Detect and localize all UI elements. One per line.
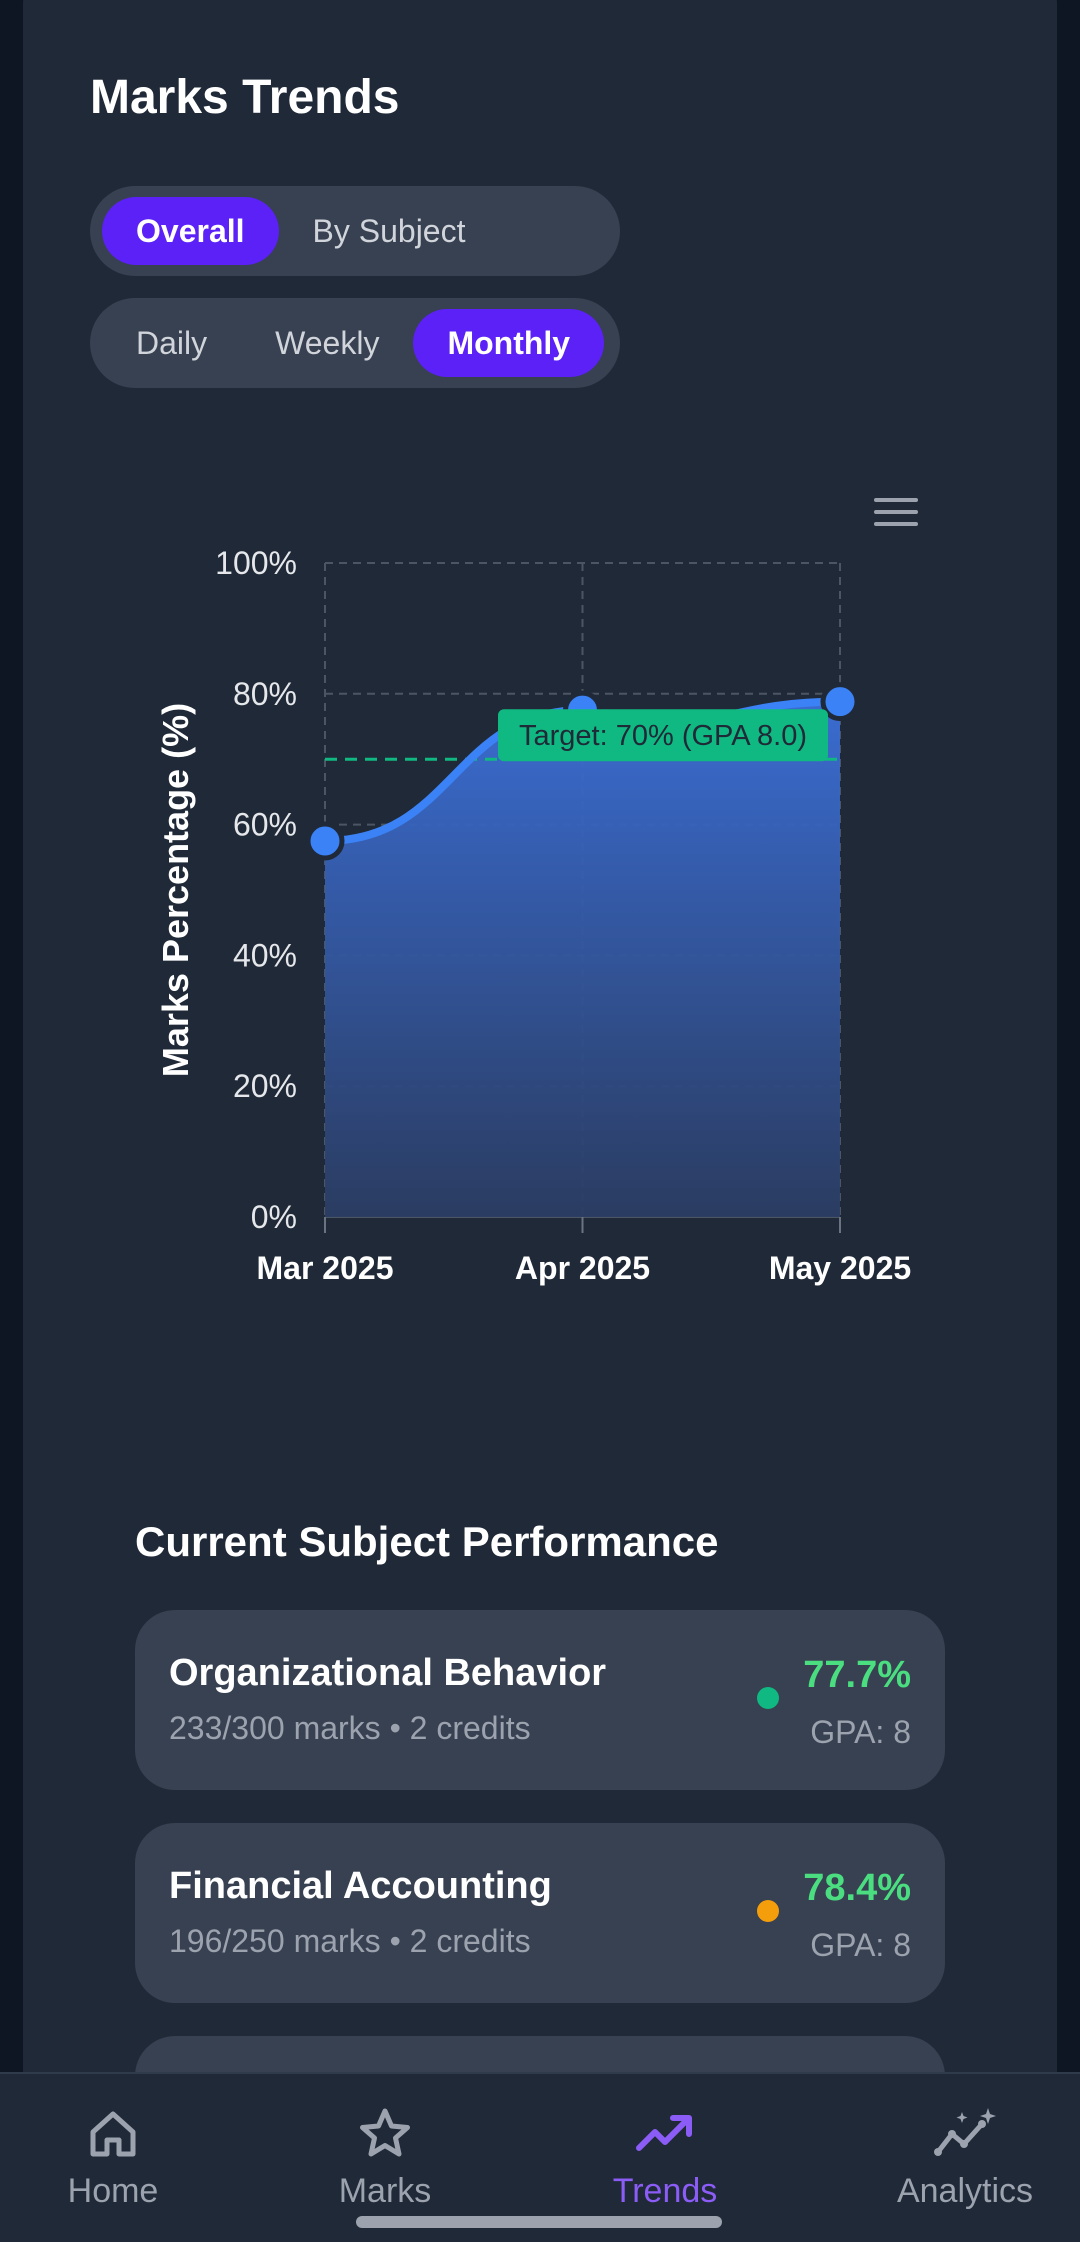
subject-meta: 233/300 marks • 2 credits (169, 1710, 531, 1746)
star-icon (360, 2108, 410, 2157)
toggle-weekly[interactable]: Weekly (241, 309, 413, 377)
subject-name: Financial Accounting (169, 1865, 552, 1907)
subject-card[interactable]: Organizational Behavior 233/300 marks • … (135, 1610, 945, 1790)
subject-percent: 78.4% (803, 1867, 911, 1909)
x-tick-label: Apr 2025 (515, 1250, 650, 1286)
y-tick-label: 80% (233, 676, 297, 712)
nav-label: Trends (612, 2172, 718, 2210)
period-toggle: Daily Weekly Monthly (90, 298, 620, 388)
nav-item-analytics[interactable]: Analytics (890, 2074, 1040, 2242)
chart-canvas: 0% 20% 40% 60% 80% 100% Mar 2025 Apr 2025 May 20… (155, 545, 911, 1286)
series-area (325, 701, 840, 1217)
screen: Marks Trends Overall By Subject Daily We… (0, 0, 1080, 2242)
subject-name: Organizational Behavior (169, 1652, 607, 1694)
view-toggle: Overall By Subject (90, 186, 620, 276)
page-title: Marks Trends (90, 71, 400, 124)
analytics-sparkle-icon (934, 2108, 996, 2156)
subject-percent: 77.7% (803, 1654, 911, 1696)
section-title: Current Subject Performance (135, 1518, 719, 1565)
status-dot (757, 1900, 779, 1922)
subject-gpa: GPA: 8 (810, 1714, 911, 1750)
toggle-monthly[interactable]: Monthly (413, 309, 605, 377)
subject-meta: 196/250 marks • 2 credits (169, 1923, 531, 1959)
subject-gpa: GPA: 8 (810, 1927, 911, 1963)
y-tick-label: 40% (233, 937, 297, 973)
nav-item-home[interactable]: Home (50, 2074, 176, 2242)
nav-label: Marks (338, 2172, 432, 2210)
toggle-overall[interactable]: Overall (102, 197, 279, 265)
status-dot (757, 1687, 779, 1709)
toggle-by-subject[interactable]: By Subject (279, 197, 500, 265)
target-label: Target: 70% (GPA 8.0) (519, 720, 807, 752)
nav-label: Analytics (896, 2172, 1034, 2210)
data-point (820, 682, 860, 722)
trending-up-icon (636, 2115, 692, 2151)
y-tick-label: 100% (215, 545, 297, 581)
x-tick-label: May 2025 (769, 1250, 911, 1286)
y-tick-label: 60% (233, 807, 297, 843)
marks-trend-chart: 0% 20% 40% 60% 80% 100% Mar 2025 Apr 2025 May 20… (0, 460, 1080, 1320)
home-icon (90, 2111, 136, 2157)
toggle-daily[interactable]: Daily (102, 309, 241, 377)
subject-card[interactable]: Financial Accounting 196/250 marks • 2 c… (135, 1823, 945, 2003)
data-point (305, 821, 345, 861)
y-tick-label: 0% (251, 1199, 297, 1235)
y-tick-label: 20% (233, 1068, 297, 1104)
x-tick-label: Mar 2025 (257, 1250, 394, 1286)
nav-label: Home (67, 2172, 159, 2210)
home-indicator[interactable] (356, 2216, 722, 2228)
y-axis-title: Marks Percentage (%) (155, 703, 196, 1077)
